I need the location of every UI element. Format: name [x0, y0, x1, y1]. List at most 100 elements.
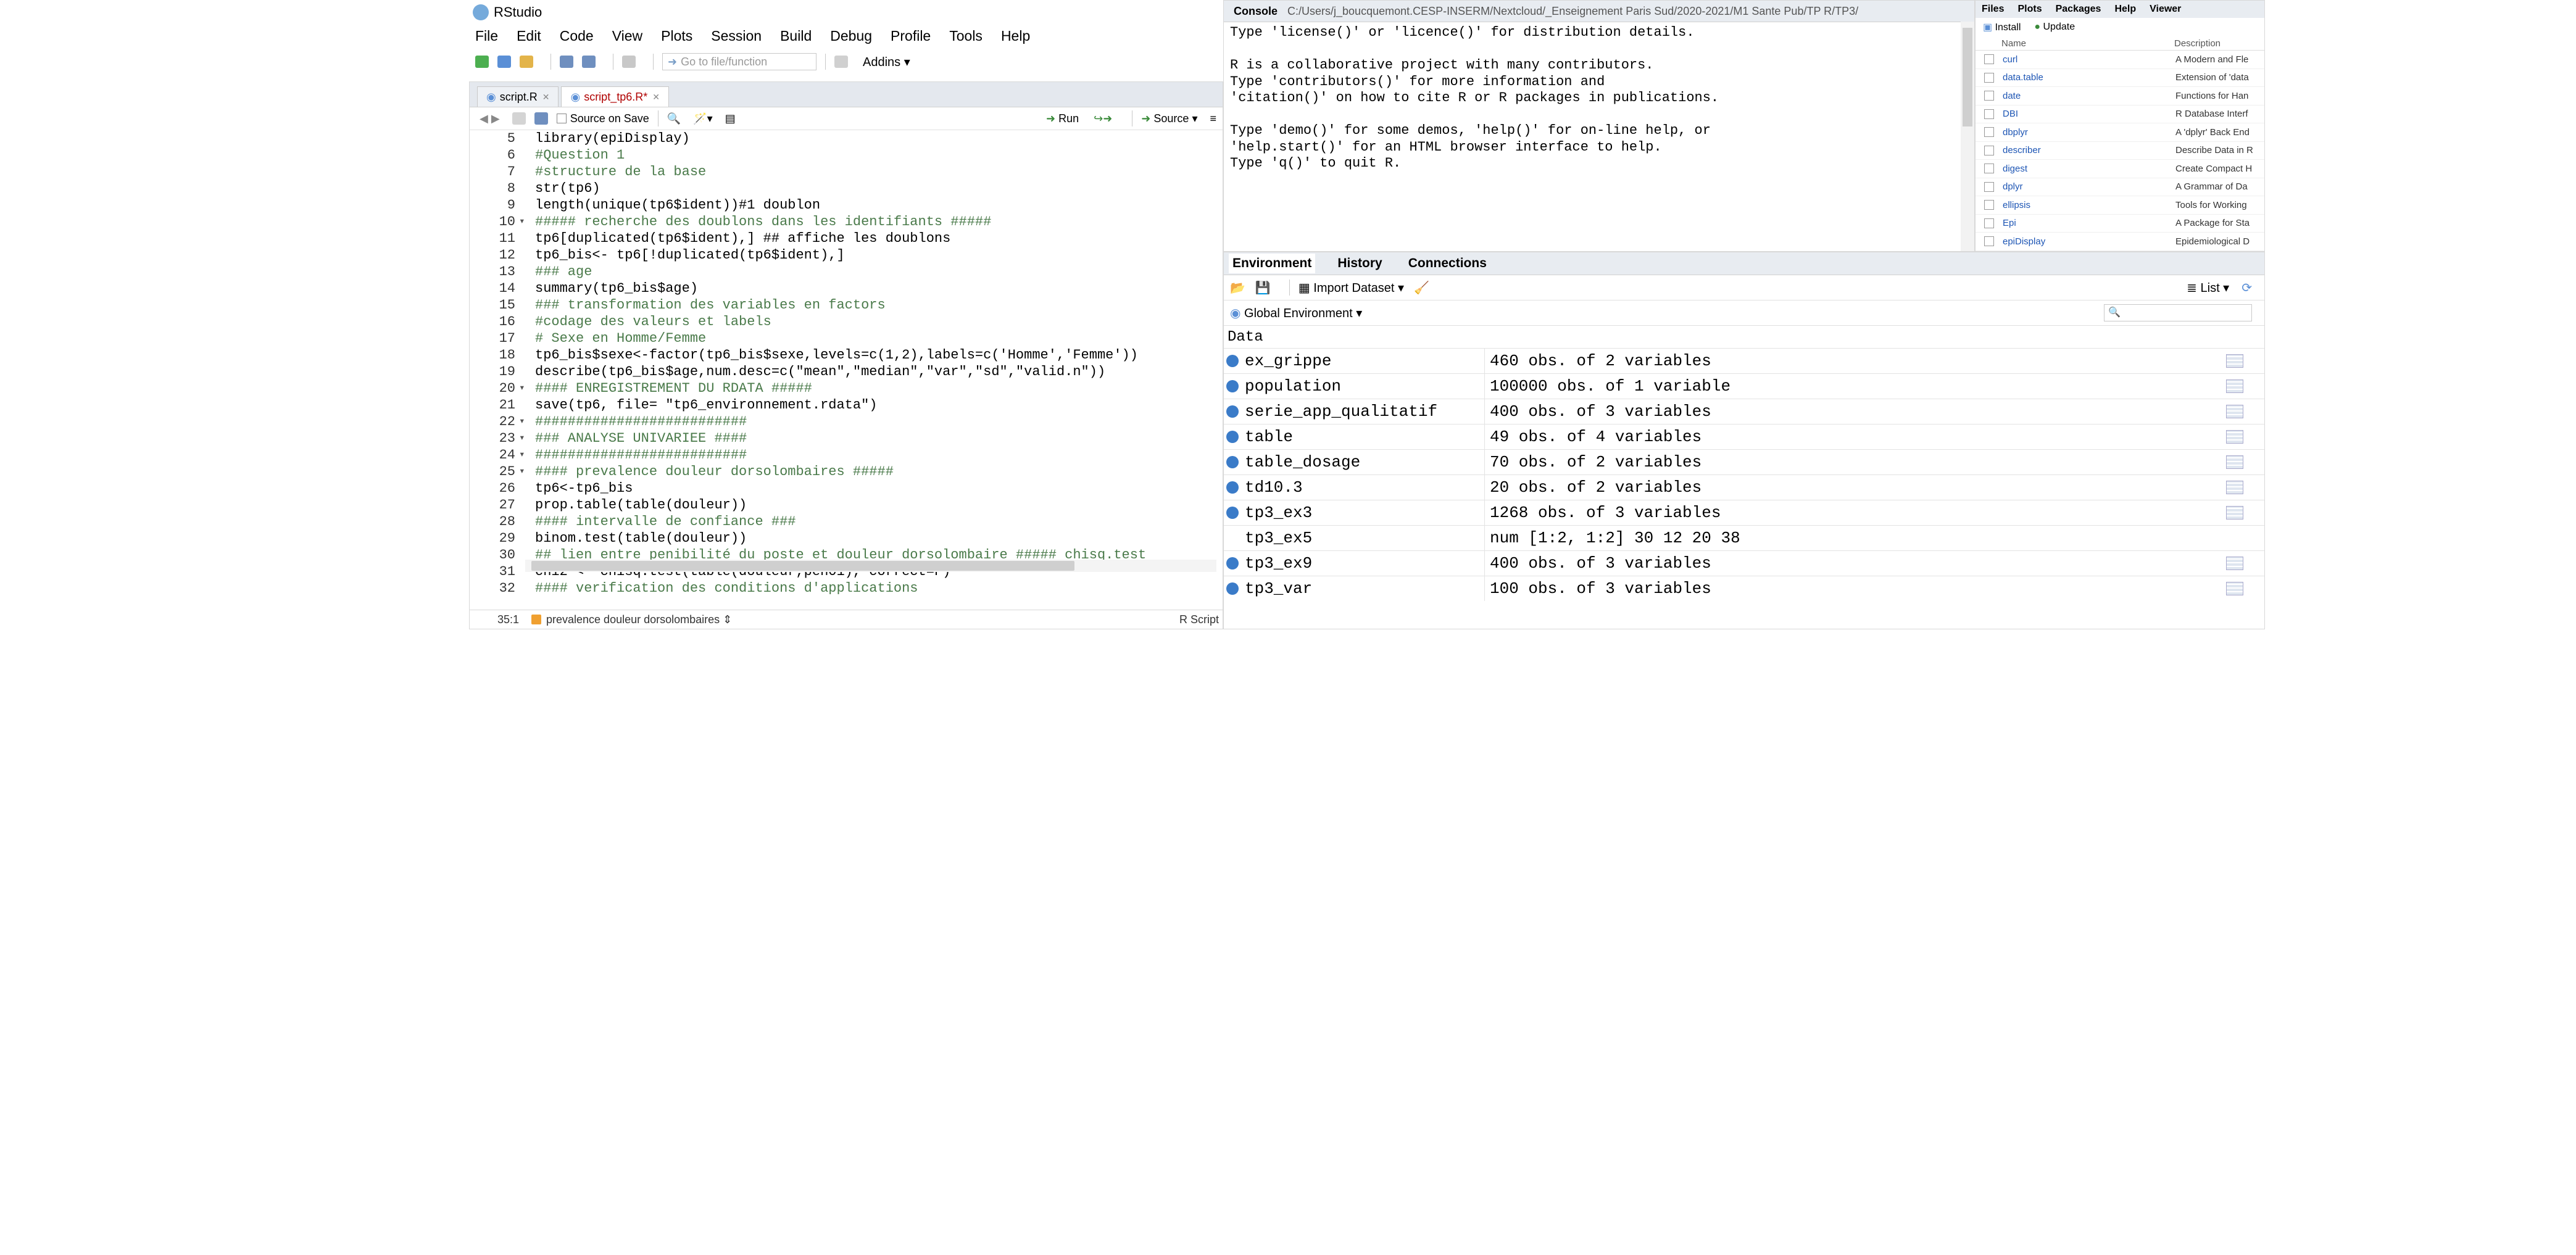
environment-row[interactable]: td10.3 20 obs. of 2 variables	[1224, 474, 2264, 500]
view-data-icon[interactable]	[2226, 481, 2243, 494]
col-description[interactable]: Description	[2174, 38, 2221, 49]
package-checkbox[interactable]	[1984, 91, 1994, 101]
environment-row[interactable]: table 49 obs. of 4 variables	[1224, 424, 2264, 449]
save-file-icon[interactable]	[534, 112, 548, 125]
environment-row[interactable]: tp3_ex3 1268 obs. of 3 variables	[1224, 500, 2264, 525]
menu-code[interactable]: Code	[560, 28, 594, 44]
new-project-icon[interactable]	[497, 56, 511, 68]
close-icon[interactable]: ✕	[652, 92, 660, 102]
menu-plots[interactable]: Plots	[661, 28, 692, 44]
col-name[interactable]: Name	[2001, 38, 2174, 49]
compile-report-icon[interactable]: ▤	[725, 112, 736, 125]
expand-icon[interactable]	[1226, 405, 1239, 418]
expand-icon[interactable]	[1226, 557, 1239, 570]
clear-workspace-icon[interactable]: 🧹	[1414, 280, 1429, 296]
fold-arrow-icon[interactable]: ▾	[519, 430, 528, 447]
import-dataset-button[interactable]: ▦ Import Dataset ▾	[1298, 280, 1404, 296]
source-button[interactable]: ➜ Source ▾	[1141, 112, 1197, 125]
scrollbar-thumb[interactable]	[1963, 28, 1972, 126]
open-file-icon[interactable]	[520, 56, 533, 68]
outline-icon[interactable]: ≡	[1210, 112, 1216, 125]
package-checkbox[interactable]	[1984, 54, 1994, 65]
package-name-link[interactable]: epiDisplay	[2003, 236, 2175, 247]
code-area[interactable]: 5 library(epiDisplay) 6 #Question 1 7 #struct…	[470, 130, 1223, 594]
package-checkbox[interactable]	[1984, 218, 1994, 228]
environment-row[interactable]: serie_app_qualitatif 400 obs. of 3 variab…	[1224, 399, 2264, 424]
package-checkbox[interactable]	[1984, 181, 1994, 192]
package-name-link[interactable]: digest	[2003, 164, 2175, 174]
section-selector[interactable]: prevalence douleur dorsolombaires ⇕	[546, 613, 732, 626]
menu-file[interactable]: File	[475, 28, 498, 44]
tab-plots[interactable]: Plots	[2017, 4, 2042, 15]
menu-tools[interactable]: Tools	[949, 28, 983, 44]
environment-row[interactable]: ex_grippe 460 obs. of 2 variables	[1224, 348, 2264, 373]
new-file-icon[interactable]	[475, 56, 489, 68]
environment-search-input[interactable]: 🔍	[2104, 304, 2252, 321]
install-button[interactable]: ▣ Install	[1983, 21, 2021, 33]
load-workspace-icon[interactable]: 📂	[1230, 280, 1245, 296]
package-checkbox[interactable]	[1984, 145, 1994, 155]
addins-menu[interactable]: Addins ▾	[863, 54, 910, 70]
view-data-icon[interactable]	[2226, 379, 2243, 393]
environment-row[interactable]: tp3_ex9 400 obs. of 3 variables	[1224, 550, 2264, 576]
environment-row[interactable]: tp3_var 100 obs. of 3 variables	[1224, 576, 2264, 601]
save-all-icon[interactable]	[582, 56, 596, 68]
code-tools-icon[interactable]: 🪄▾	[693, 112, 712, 125]
tab-packages[interactable]: Packages	[2056, 4, 2101, 15]
run-button[interactable]: ➜ Run	[1046, 112, 1079, 125]
console-scrollbar[interactable]	[1961, 22, 1974, 251]
menu-build[interactable]: Build	[780, 28, 812, 44]
package-name-link[interactable]: DBI	[2003, 109, 2175, 119]
save-workspace-icon[interactable]: 💾	[1255, 280, 1271, 296]
fold-arrow-icon[interactable]: ▾	[519, 413, 528, 430]
horizontal-scrollbar[interactable]	[525, 560, 1216, 572]
view-data-icon[interactable]	[2226, 557, 2243, 570]
tab-viewer[interactable]: Viewer	[2150, 4, 2181, 15]
package-checkbox[interactable]	[1984, 164, 1994, 174]
package-checkbox[interactable]	[1984, 236, 1994, 247]
tab-connections[interactable]: Connections	[1405, 254, 1490, 273]
expand-icon[interactable]	[1226, 481, 1239, 494]
expand-icon[interactable]	[1226, 431, 1239, 443]
environment-row[interactable]: tp3_ex5 num [1:2, 1:2] 30 12 20 38	[1224, 525, 2264, 550]
menu-help[interactable]: Help	[1001, 28, 1030, 44]
expand-icon[interactable]	[1226, 507, 1239, 519]
package-name-link[interactable]: ellipsis	[2003, 200, 2175, 210]
console-tab[interactable]: Console	[1234, 5, 1278, 18]
refresh-icon[interactable]: ⟳	[2242, 280, 2252, 296]
view-data-icon[interactable]	[2226, 582, 2243, 595]
view-data-icon[interactable]	[2226, 354, 2243, 368]
expand-icon[interactable]	[1226, 355, 1239, 367]
search-icon[interactable]: 🔍	[667, 112, 681, 125]
fold-arrow-icon[interactable]: ▾	[519, 463, 528, 480]
fold-arrow-icon[interactable]: ▾	[519, 213, 528, 230]
console-output[interactable]: Type 'license()' or 'licence()' for dist…	[1224, 22, 1974, 175]
source-on-save-checkbox[interactable]: Source on Save	[556, 112, 649, 125]
view-data-icon[interactable]	[2226, 455, 2243, 469]
package-checkbox[interactable]	[1984, 72, 1994, 83]
scope-selector[interactable]: ◉ Global Environment ▾	[1230, 305, 1362, 321]
rerun-icon[interactable]: ↪➜	[1094, 112, 1112, 125]
tab-files[interactable]: Files	[1982, 4, 2004, 15]
show-in-window-icon[interactable]	[512, 112, 526, 125]
menu-profile[interactable]: Profile	[891, 28, 931, 44]
view-data-icon[interactable]	[2226, 405, 2243, 418]
package-name-link[interactable]: date	[2003, 91, 2175, 101]
expand-icon[interactable]	[1226, 456, 1239, 468]
package-name-link[interactable]: Epi	[2003, 218, 2175, 228]
file-type-selector[interactable]: R Script	[1179, 613, 1223, 626]
environment-row[interactable]: population 100000 obs. of 1 variable	[1224, 373, 2264, 399]
menu-edit[interactable]: Edit	[517, 28, 541, 44]
menu-debug[interactable]: Debug	[830, 28, 872, 44]
fold-arrow-icon[interactable]: ▾	[519, 447, 528, 463]
view-mode-selector[interactable]: ≣ List ▾	[2187, 280, 2229, 296]
tab-help[interactable]: Help	[2114, 4, 2136, 15]
package-name-link[interactable]: describer	[2003, 145, 2175, 155]
package-name-link[interactable]: dplyr	[2003, 181, 2175, 192]
close-icon[interactable]: ✕	[542, 92, 550, 102]
package-checkbox[interactable]	[1984, 127, 1994, 138]
print-icon[interactable]	[622, 56, 636, 68]
package-name-link[interactable]: data.table	[2003, 72, 2175, 83]
expand-icon[interactable]	[1226, 380, 1239, 392]
expand-icon[interactable]	[1226, 582, 1239, 595]
